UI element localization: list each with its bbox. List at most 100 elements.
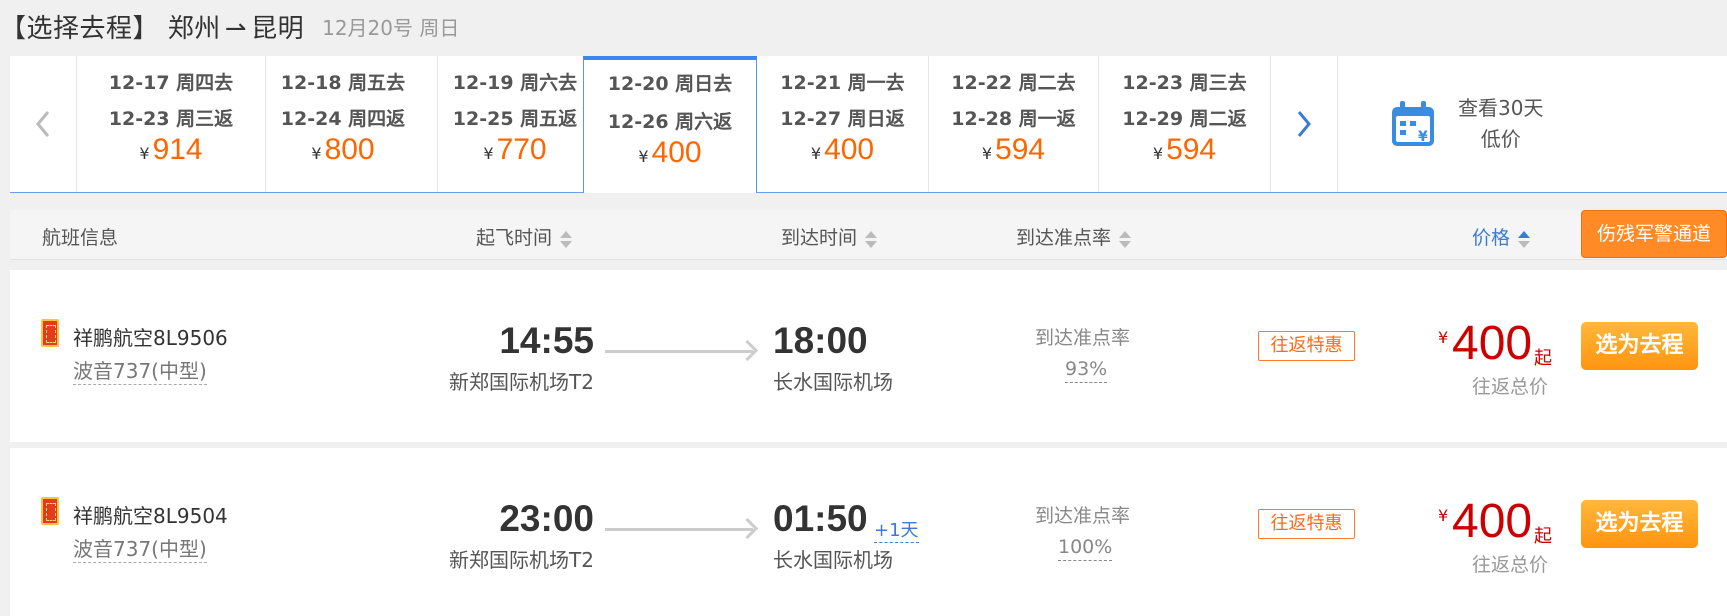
date-price: ¥594 (929, 134, 1098, 170)
depart-date: 12-21 周一去 (780, 72, 905, 94)
round-trip-total-label: 往返总价 (1472, 376, 1549, 398)
depart-time: 14:55 (499, 320, 594, 361)
date-option[interactable]: 12-21 周一去 12-27 周日返 ¥400 (757, 56, 929, 192)
arrive-time: 18:00 (773, 320, 868, 361)
flight-arrow-icon (605, 528, 753, 531)
title-prefix: 【选择去程】 (0, 13, 160, 44)
depart-date: 12-17 周四去 (108, 72, 234, 94)
col-price-label: 价格 (1472, 227, 1511, 249)
aircraft-type[interactable]: 波音737(中型) (73, 536, 207, 563)
date-option-selected[interactable]: 12-20 周日去 12-26 周六返 ¥400 (583, 56, 757, 193)
price-from-suffix: 起 (1534, 348, 1552, 369)
prev-dates-button[interactable] (10, 56, 77, 192)
return-date: 12-28 周一返 (951, 108, 1076, 130)
depart-airport: 新郑国际机场T2 (449, 370, 594, 394)
airline-flight-number[interactable]: 祥鹏航空8L9506 (73, 322, 228, 351)
price-amount: 800 (324, 133, 375, 166)
page-header: 【选择去程】 郑州 ⇀ 昆明 12月20号 周日 (0, 6, 459, 46)
route-title: 【选择去程】 郑州 ⇀ 昆明 (0, 8, 304, 45)
currency-symbol: ¥ (483, 144, 494, 163)
col-price-sort[interactable]: 价格 (1472, 223, 1531, 250)
arrive-airport: 长水国际机场 (773, 548, 893, 572)
price-amount: 400 (824, 133, 875, 166)
arrive-time: 01:50 (773, 498, 868, 539)
currency-symbol: ¥ (1152, 144, 1164, 163)
arrive-airport: 长水国际机场 (773, 370, 893, 394)
col-arrive-time-sort[interactable]: 到达时间 (781, 223, 878, 250)
flight-price: 400 (1452, 317, 1533, 370)
sort-asc-icon (1518, 229, 1531, 249)
sort-icon (865, 229, 878, 249)
round-trip-deal-tag: 往返特惠 (1258, 509, 1355, 539)
col-depart-time-sort[interactable]: 起飞时间 (476, 223, 573, 250)
next-day-indicator[interactable]: +1天 (874, 516, 919, 543)
next-dates-button[interactable] (1271, 56, 1338, 192)
sort-icon (1119, 229, 1132, 249)
travel-date: 12月20号 周日 (322, 15, 460, 40)
depart-date: 12-20 周日去 (607, 73, 733, 95)
results-column-header: 航班信息 起飞时间 到达时间 到达准点率 价格 (10, 210, 1727, 260)
depart-date: 12-19 周六去 (452, 72, 578, 94)
route-arrow-icon: ⇀ (224, 13, 248, 44)
on-time-label: 到达准点率 (1035, 327, 1131, 349)
chevron-left-icon (36, 111, 50, 137)
calendar-line-2: 低价 (1480, 127, 1521, 151)
date-price: ¥800 (249, 134, 437, 170)
return-date: 12-29 周二返 (1122, 108, 1247, 130)
calendar-text: 查看30天 低价 (1458, 93, 1543, 155)
col-depart-time-label: 起飞时间 (476, 227, 553, 249)
date-price: ¥400 (757, 134, 928, 170)
date-option[interactable]: 12-23 周三去 12-29 周二返 ¥594 (1099, 56, 1271, 192)
currency-symbol: ¥ (981, 144, 993, 163)
date-option[interactable]: 12-19 周六去 12-25 周五返 ¥770 (421, 56, 610, 192)
return-date: 12-25 周五返 (452, 108, 578, 130)
return-date: 12-24 周四返 (280, 108, 406, 130)
currency-symbol: ¥ (311, 144, 322, 163)
price-amount: 770 (496, 133, 547, 166)
sort-icon (560, 229, 573, 249)
view-30-day-lowest-button[interactable]: ¥ 查看30天 低价 (1338, 56, 1727, 192)
depart-date: 12-23 周三去 (1122, 72, 1247, 94)
airline-logo-icon (41, 319, 59, 347)
date-price: ¥594 (1099, 134, 1270, 170)
flight-row: 祥鹏航空8L9506 波音737(中型) 14:55 新郑国际机场T2 18:0… (10, 270, 1727, 442)
calendar-yen-icon: ¥ (1392, 101, 1434, 146)
on-time-value[interactable]: 93% (1065, 356, 1108, 383)
date-option[interactable]: 12-18 周五去 12-24 周四返 ¥800 (249, 56, 438, 192)
flight-price: 400 (1452, 495, 1533, 548)
aircraft-type[interactable]: 波音737(中型) (73, 358, 207, 385)
depart-time: 23:00 (499, 498, 594, 539)
on-time-value[interactable]: 100% (1058, 534, 1113, 561)
special-channel-button[interactable]: 伤残军警通道 (1581, 210, 1727, 258)
origin-city: 郑州 (167, 13, 221, 44)
depart-date: 12-22 周二去 (951, 72, 1076, 94)
return-date: 12-27 周日返 (780, 108, 905, 130)
return-date: 12-23 周三返 (108, 108, 234, 130)
date-option[interactable]: 12-17 周四去 12-23 周三返 ¥914 (77, 56, 266, 192)
date-price: ¥914 (77, 134, 265, 170)
col-on-time-sort[interactable]: 到达准点率 (1016, 223, 1132, 250)
currency-symbol: ¥ (810, 144, 822, 163)
currency-symbol: ¥ (1438, 328, 1449, 347)
price-amount: 594 (1166, 133, 1217, 166)
flight-row: 祥鹏航空8L9504 波音737(中型) 23:00 新郑国际机场T2 01:5… (10, 448, 1727, 616)
return-date: 12-26 周六返 (607, 111, 733, 133)
flight-arrow-icon (605, 350, 753, 353)
destination-city: 昆明 (251, 13, 305, 44)
date-option[interactable]: 12-22 周二去 12-28 周一返 ¥594 (929, 56, 1099, 192)
airline-flight-number[interactable]: 祥鹏航空8L9504 (73, 500, 228, 529)
date-price: ¥770 (421, 134, 609, 170)
date-price: ¥400 (584, 137, 756, 173)
currency-symbol: ¥ (139, 144, 150, 163)
select-outbound-button[interactable]: 选为去程 (1581, 500, 1698, 548)
currency-symbol: ¥ (638, 147, 649, 166)
price-amount: 914 (152, 133, 203, 166)
date-price-strip: 12-17 周四去 12-23 周三返 ¥914 12-18 周五去 12-24… (10, 56, 1727, 193)
price-from-suffix: 起 (1534, 526, 1552, 547)
svg-text:¥: ¥ (1418, 129, 1428, 145)
select-outbound-button[interactable]: 选为去程 (1581, 322, 1698, 370)
airline-logo-icon (41, 497, 59, 525)
price-amount: 594 (995, 133, 1046, 166)
currency-symbol: ¥ (1438, 506, 1449, 525)
round-trip-total-label: 往返总价 (1472, 554, 1549, 576)
